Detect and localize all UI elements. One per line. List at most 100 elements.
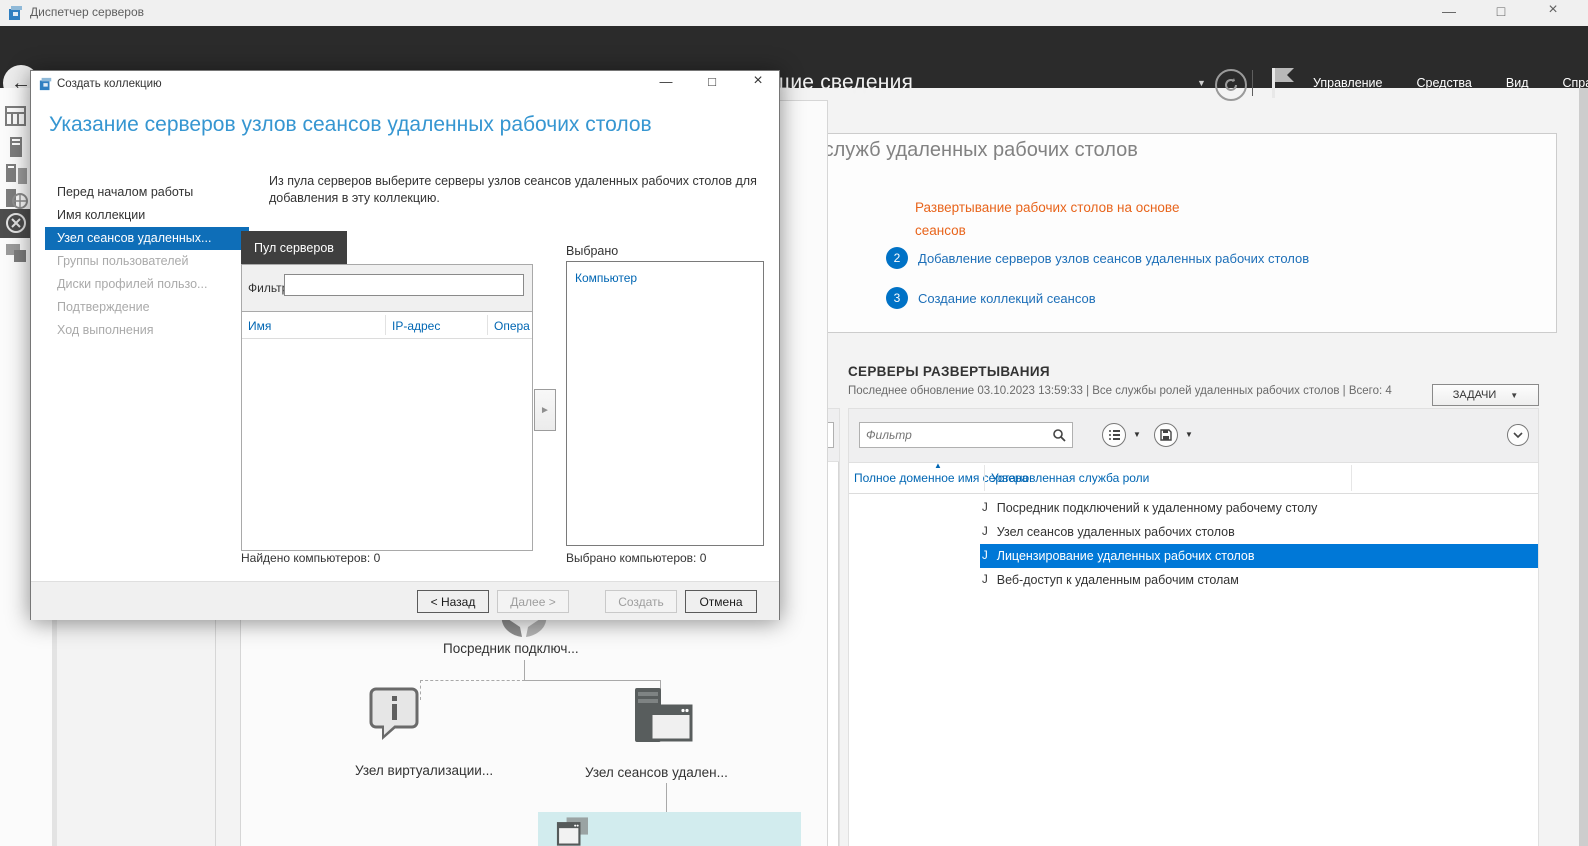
selected-column-computer[interactable]: Компьютер <box>575 271 637 285</box>
cancel-button[interactable]: Отмена <box>685 590 757 613</box>
notifications-flag-icon[interactable] <box>1270 66 1296 100</box>
connector-line <box>666 783 667 812</box>
pool-filter-input[interactable] <box>284 274 524 296</box>
pool-column-name[interactable]: Имя <box>248 319 271 333</box>
broker-label[interactable]: Посредник подключ... <box>443 641 579 656</box>
deployment-servers-subtitle: Последнее обновление 03.10.2023 13:59:33… <box>848 385 1392 397</box>
menubar: УправлениеСредстваВидСправка <box>1313 52 1588 114</box>
dialog-title: Создать коллекцию <box>57 78 162 90</box>
nav-dropdown-icon[interactable]: ▼ <box>1197 78 1206 88</box>
selected-listbox[interactable]: Компьютер <box>566 261 764 546</box>
pool-column-os[interactable]: Опера <box>494 319 530 333</box>
overview-step-3: 3 Создание коллекций сеансов <box>886 287 1096 309</box>
dialog-maximize-icon[interactable]: □ <box>697 74 727 96</box>
dialog-icon <box>39 77 53 91</box>
wizard-step: Подтверждение <box>45 296 249 319</box>
wizard-step: Ход выполнения <box>45 319 249 342</box>
table-row[interactable]: J Веб-доступ к удаленным рабочим столам <box>849 568 1538 592</box>
wizard-step: Группы пользователей <box>45 250 249 273</box>
sidebar-item-rds-selected[interactable] <box>0 209 30 238</box>
role-cell: Посредник подключений к удаленному рабоч… <box>997 501 1318 515</box>
app-icon <box>8 5 24 21</box>
list-view-icon[interactable] <box>1102 423 1126 447</box>
overview-step-2: 2 Добавление серверов узлов сеансов удал… <box>886 247 1309 269</box>
window-right-edge <box>1579 88 1588 846</box>
deployment-orange-link[interactable]: Развертывание рабочих столов на основе с… <box>915 196 1255 242</box>
add-arrow-icon[interactable]: ► <box>534 389 556 431</box>
server-name-cell: J <box>982 574 988 586</box>
menu-средства[interactable]: Средства <box>1417 76 1472 90</box>
selected-count: Выбрано компьютеров: 0 <box>566 551 706 565</box>
role-cell: Веб-доступ к удаленным рабочим столам <box>997 573 1239 587</box>
next-button[interactable]: Далее > <box>497 590 569 613</box>
search-icon[interactable] <box>1052 428 1067 443</box>
dialog-footer: < Назад Далее > Создать Отмена <box>31 581 779 620</box>
pool-filter-panel: Фильтр: <box>241 264 533 313</box>
dialog-description: Из пула серверов выберите серверы узлов … <box>269 173 759 207</box>
tasks-caret-icon: ▼ <box>1510 391 1518 400</box>
table-row[interactable]: J Узел сеансов удаленных рабочих столов <box>849 520 1538 544</box>
table-row[interactable]: J Лицензирование удаленных рабочих столов <box>849 544 1538 568</box>
wizard-step: Диски профилей пользо... <box>45 273 249 296</box>
back-button[interactable]: < Назад <box>417 590 489 613</box>
minimize-icon[interactable]: — <box>1432 3 1466 19</box>
collapse-chevron-icon[interactable] <box>1507 424 1529 446</box>
pool-column-ip[interactable]: IP-адрес <box>392 319 440 333</box>
step-3-link[interactable]: Создание коллекций сеансов <box>918 291 1096 306</box>
deployment-servers-title: СЕРВЕРЫ РАЗВЕРТЫВАНИЯ <box>848 364 1050 379</box>
maximize-icon[interactable]: □ <box>1484 3 1518 19</box>
column-header-role[interactable]: Установленная служба роли <box>991 471 1149 485</box>
servers-table: ▲ Полное доменное имя сервера Установлен… <box>848 462 1539 846</box>
filter-field[interactable] <box>859 422 1073 448</box>
dashboard-icon[interactable] <box>0 106 30 130</box>
close-icon[interactable]: × <box>1536 1 1570 19</box>
create-button[interactable]: Создать <box>605 590 677 613</box>
menu-управление[interactable]: Управление <box>1313 76 1383 90</box>
file-services-icon[interactable] <box>0 242 30 266</box>
session-host-icon[interactable] <box>633 686 693 746</box>
pool-table: Имя IP-адрес Опера <box>241 311 533 551</box>
panel-divider <box>215 618 216 846</box>
wizard-step[interactable]: Узел сеансов удаленных... <box>45 227 249 250</box>
wizard-step[interactable]: Перед началом работы <box>45 181 249 204</box>
session-host-label[interactable]: Узел сеансов удален... <box>585 765 728 780</box>
window-title: Диспетчер серверов <box>30 5 144 19</box>
save-caret-icon[interactable]: ▼ <box>1185 430 1193 439</box>
role-cell: Узел сеансов удаленных рабочих столов <box>997 525 1235 539</box>
step-2-link[interactable]: Добавление серверов узлов сеансов удален… <box>918 251 1309 266</box>
virtualization-label[interactable]: Узел виртуализации... <box>355 763 493 778</box>
list-view-caret-icon[interactable]: ▼ <box>1133 430 1141 439</box>
server-name-cell: J <box>982 502 988 514</box>
server-name-cell: J <box>982 526 988 538</box>
found-count: Найдено компьютеров: 0 <box>241 551 380 565</box>
nav-divider <box>1252 70 1253 96</box>
role-cell: Лицензирование удаленных рабочих столов <box>997 549 1255 563</box>
dialog-titlebar[interactable]: Создать коллекцию — □ × <box>31 71 779 99</box>
overview-heading-fragment: ния служб удаленных рабочих столов <box>785 139 1138 162</box>
servers-table-header: ▲ Полное доменное имя сервера Установлен… <box>849 463 1538 494</box>
dialog-close-icon[interactable]: × <box>743 72 773 94</box>
wizard-step[interactable]: Имя коллекции <box>45 204 249 227</box>
tasks-button[interactable]: ЗАДАЧИ▼ <box>1432 384 1539 406</box>
selected-label: Выбрано <box>566 244 618 258</box>
window-titlebar[interactable]: Диспетчер серверов — □ × <box>0 0 1588 26</box>
servers-toolbar: ▼ ▼ <box>848 408 1539 463</box>
tab-server-pool[interactable]: Пул серверов <box>241 231 347 264</box>
connector-line <box>524 660 525 680</box>
server-name-cell: J <box>982 550 988 562</box>
all-servers-icon[interactable] <box>0 163 30 187</box>
step-2-badge: 2 <box>886 247 908 269</box>
connector-line <box>525 680 661 681</box>
virtualization-host-icon[interactable] <box>368 686 422 742</box>
step-3-badge: 3 <box>886 287 908 309</box>
webaccess-icon[interactable] <box>550 816 596 846</box>
menu-вид[interactable]: Вид <box>1506 76 1529 90</box>
dialog-minimize-icon[interactable]: — <box>651 74 681 96</box>
local-server-icon[interactable] <box>0 136 30 160</box>
refresh-icon[interactable] <box>1215 69 1247 101</box>
save-icon[interactable] <box>1154 423 1178 447</box>
filter-input[interactable] <box>860 428 1052 442</box>
sort-ascending-icon[interactable]: ▲ <box>934 461 942 470</box>
dialog-heading: Указание серверов узлов сеансов удаленны… <box>49 113 652 137</box>
table-row[interactable]: J Посредник подключений к удаленному рабо… <box>849 496 1538 520</box>
